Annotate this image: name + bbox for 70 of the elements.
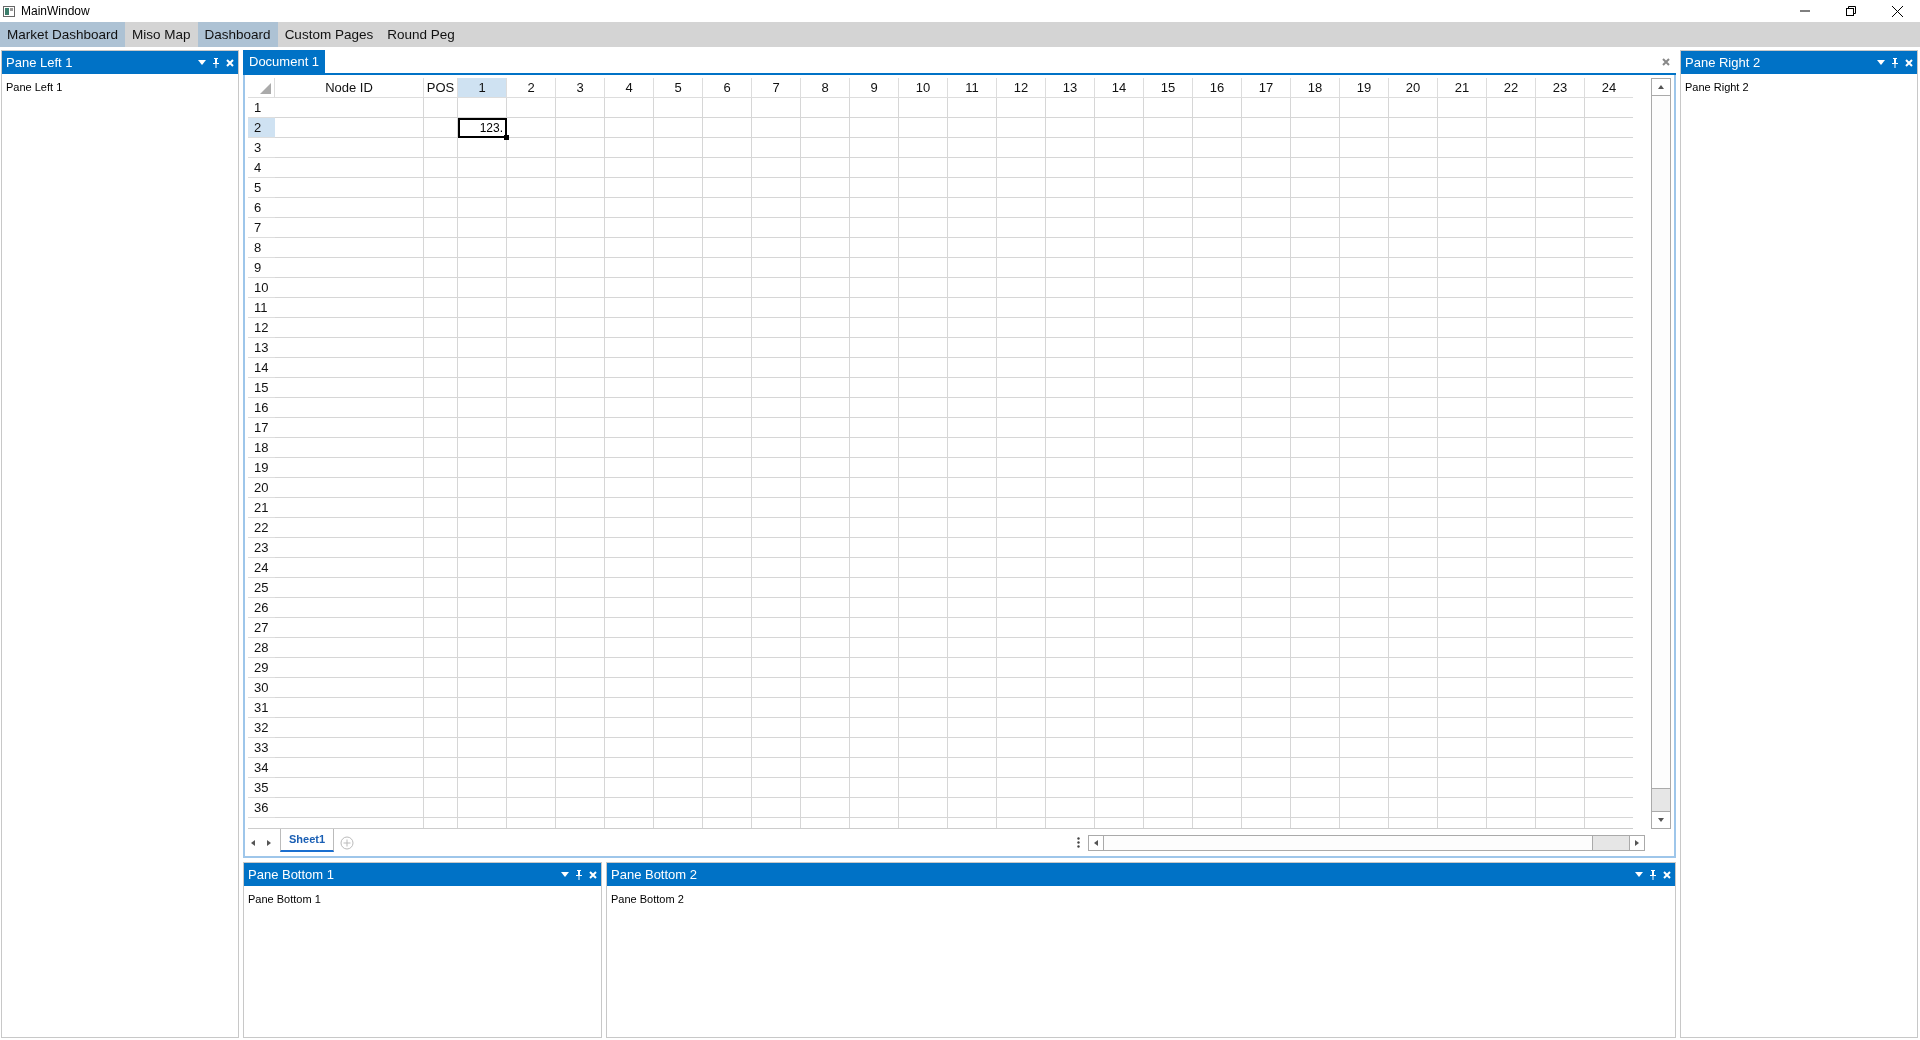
- window-title: MainWindow: [21, 4, 91, 18]
- pane-title: Pane Bottom 2: [611, 867, 698, 882]
- pane-title: Pane Left 1: [6, 55, 74, 70]
- restore-icon[interactable]: [1846, 6, 1856, 16]
- corner-triangle-icon: [260, 83, 271, 94]
- document-tab[interactable]: Document 1: [243, 50, 326, 73]
- pane-content-text: Pane Right 2: [1685, 81, 1749, 93]
- column-header[interactable]: 9: [850, 78, 899, 98]
- menu-item[interactable]: Dashboard: [197, 22, 278, 47]
- scroll-left-button[interactable]: [1089, 835, 1104, 850]
- column-header[interactable]: 23: [1536, 78, 1585, 98]
- pane-content-text: Pane Left 1: [6, 81, 63, 93]
- scroll-thumb[interactable]: [1652, 96, 1670, 789]
- column-header[interactable]: 7: [752, 78, 801, 98]
- menu-item[interactable]: Miso Map: [125, 22, 198, 47]
- column-header[interactable]: 6: [703, 78, 752, 98]
- column-header[interactable]: 12: [997, 78, 1046, 98]
- row-header[interactable]: 2: [248, 118, 275, 138]
- column-header[interactable]: 19: [1340, 78, 1389, 98]
- pin-icon[interactable]: [1891, 57, 1899, 68]
- column-header[interactable]: 16: [1193, 78, 1242, 98]
- column-header[interactable]: 20: [1389, 78, 1438, 98]
- column-header[interactable]: 8: [801, 78, 850, 98]
- column-header[interactable]: 5: [654, 78, 703, 98]
- splitter-icon[interactable]: [1077, 837, 1080, 848]
- scroll-up-icon[interactable]: [1657, 83, 1665, 91]
- menu-item[interactable]: Round Peg: [380, 22, 462, 47]
- pane-title: Pane Bottom 1: [248, 867, 335, 882]
- column-header[interactable]: 10: [899, 78, 948, 98]
- menu-item[interactable]: Custom Pages: [277, 22, 381, 47]
- column-header[interactable]: POS: [424, 78, 458, 98]
- column-header[interactable]: 18: [1291, 78, 1340, 98]
- dropdown-icon[interactable]: [1635, 871, 1643, 878]
- column-header[interactable]: 4: [605, 78, 654, 98]
- column-header[interactable]: 21: [1438, 78, 1487, 98]
- pane-title: Pane Right 2: [1685, 55, 1762, 70]
- column-header[interactable]: 22: [1487, 78, 1536, 98]
- pane-content-text: Pane Bottom 2: [611, 893, 684, 905]
- scroll-down-button[interactable]: [1652, 811, 1670, 828]
- scroll-thumb[interactable]: [1104, 835, 1593, 850]
- dropdown-icon[interactable]: [1877, 59, 1885, 66]
- column-header[interactable]: 13: [1046, 78, 1095, 98]
- active-cell[interactable]: 123.: [458, 118, 507, 138]
- pin-icon[interactable]: [212, 57, 220, 68]
- nav-left-icon[interactable]: [249, 838, 257, 847]
- nav-right-icon[interactable]: [265, 838, 273, 847]
- sheet-tab[interactable]: Sheet1: [280, 827, 335, 852]
- scroll-right-button[interactable]: [1629, 835, 1644, 850]
- column-header[interactable]: 1: [458, 78, 507, 98]
- pin-icon[interactable]: [575, 869, 583, 880]
- pane-content-text: Pane Bottom 1: [248, 893, 321, 905]
- column-header[interactable]: 15: [1144, 78, 1193, 98]
- dropdown-icon[interactable]: [561, 871, 569, 878]
- vertical-scrollbar[interactable]: [1651, 78, 1671, 829]
- close-icon[interactable]: [1891, 5, 1903, 17]
- scroll-up-button[interactable]: [1652, 79, 1670, 96]
- menu-item[interactable]: Market Dashboard: [0, 22, 126, 47]
- scroll-down-icon[interactable]: [1657, 816, 1665, 824]
- column-header[interactable]: 17: [1242, 78, 1291, 98]
- dropdown-icon[interactable]: [198, 59, 206, 66]
- pin-icon[interactable]: [1649, 869, 1657, 880]
- column-header[interactable]: 2: [507, 78, 556, 98]
- nav-left-icon[interactable]: [1092, 838, 1100, 847]
- column-header[interactable]: 3: [556, 78, 605, 98]
- column-header[interactable]: Node ID: [275, 78, 424, 98]
- app-icon: [3, 5, 15, 17]
- column-header[interactable]: 14: [1095, 78, 1144, 98]
- horizontal-scrollbar[interactable]: [1088, 834, 1645, 851]
- nav-right-icon[interactable]: [1633, 838, 1641, 847]
- column-header[interactable]: 11: [948, 78, 997, 98]
